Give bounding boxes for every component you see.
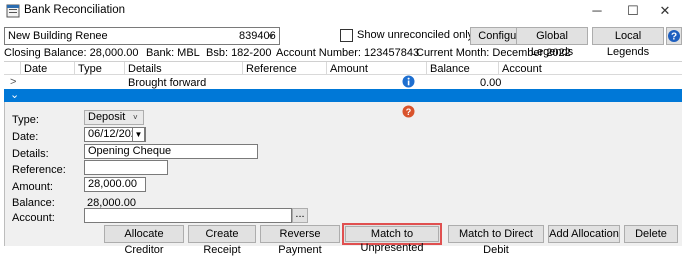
type-select[interactable]: Deposit ˅ (84, 110, 144, 125)
reference-field[interactable] (84, 160, 168, 175)
bsb-number: Bsb: 182-200 (206, 47, 272, 59)
row-details: Brought forward (128, 77, 207, 89)
column-separator[interactable] (498, 62, 499, 75)
row-balance: 0.00 (480, 77, 502, 89)
column-separator[interactable] (326, 62, 327, 75)
column-header-details[interactable]: Details (128, 63, 162, 75)
svg-text:?: ? (406, 107, 412, 117)
local-legends-button[interactable]: Local Legends (592, 27, 664, 58)
match-to-unpresented-label: Match to Unpresented (345, 226, 439, 254)
column-header-balance[interactable]: Balance (430, 63, 470, 75)
match-to-direct-debit-button[interactable]: Match to Direct Debit (448, 225, 544, 256)
chevron-down-icon[interactable]: ⌄ (10, 88, 19, 101)
help-icon[interactable]: ? (666, 27, 682, 45)
title-bar: Bank Reconciliation ─ ☐ ✕ (0, 0, 682, 22)
account-field[interactable] (84, 208, 292, 223)
close-button[interactable]: ✕ (648, 0, 682, 22)
balance-label: Balance: (12, 197, 55, 209)
app-icon (6, 4, 20, 18)
column-header-reference[interactable]: Reference (246, 63, 297, 75)
bank-account-name: New Building Renee (8, 30, 108, 42)
calendar-dropdown-icon[interactable]: ▼ (132, 127, 145, 142)
question-icon[interactable]: ? (402, 105, 415, 118)
column-separator[interactable] (20, 62, 21, 75)
account-browse-button[interactable]: ... (292, 208, 308, 223)
amount-label: Amount: (12, 181, 53, 193)
create-receipt-button[interactable]: Create Receipt (188, 225, 256, 256)
delete-button[interactable]: Delete (624, 225, 678, 243)
column-separator[interactable] (124, 62, 125, 75)
selected-row[interactable] (4, 89, 682, 102)
date-label: Date: (12, 131, 39, 143)
details-value: Opening Cheque (88, 145, 172, 157)
bank-account-select[interactable]: New Building Renee 839406 ▼ (4, 27, 280, 45)
maximize-button[interactable]: ☐ (616, 0, 650, 22)
table-row[interactable] (4, 76, 682, 89)
column-header-amount[interactable]: Amount (330, 63, 368, 75)
column-separator[interactable] (74, 62, 75, 75)
chevron-down-icon: ˅ (133, 113, 138, 122)
type-label: Type: (12, 114, 39, 126)
column-header-date[interactable]: Date (24, 63, 47, 75)
account-label: Account: (12, 212, 55, 224)
chevron-down-icon: ▼ (267, 32, 275, 41)
add-allocation-button[interactable]: Add Allocation (548, 225, 620, 243)
column-header-type[interactable]: Type (78, 63, 102, 75)
amount-field[interactable]: 28,000.00 (84, 177, 146, 192)
global-legends-button[interactable]: Global Legends (516, 27, 588, 58)
account-number: Account Number: 123457843 (276, 47, 420, 59)
show-unreconciled-label: Show unreconciled only (357, 29, 474, 41)
details-label: Details: (12, 148, 49, 160)
column-separator[interactable] (426, 62, 427, 75)
reverse-payment-button[interactable]: Reverse Payment (260, 225, 340, 256)
closing-balance: Closing Balance: 28,000.00 (4, 47, 139, 59)
reference-label: Reference: (12, 164, 66, 176)
info-icon[interactable] (402, 75, 415, 88)
bank-name: Bank: MBL (146, 47, 200, 59)
details-field[interactable]: Opening Cheque (84, 144, 258, 159)
help-glyph: ? (671, 32, 677, 43)
type-value: Deposit (88, 111, 126, 123)
column-separator[interactable] (242, 62, 243, 75)
match-to-unpresented-button[interactable]: Match to Unpresented (342, 223, 442, 254)
column-header-account[interactable]: Account (502, 63, 542, 75)
window-title: Bank Reconciliation (24, 4, 126, 16)
minimize-button[interactable]: ─ (580, 0, 614, 22)
amount-value: 28,000.00 (88, 178, 137, 190)
row-expander[interactable]: > (10, 76, 16, 88)
show-unreconciled-checkbox[interactable] (340, 29, 353, 42)
allocate-creditor-button[interactable]: Allocate Creditor (104, 225, 184, 256)
current-month: Current Month: December 2022 (416, 47, 571, 59)
